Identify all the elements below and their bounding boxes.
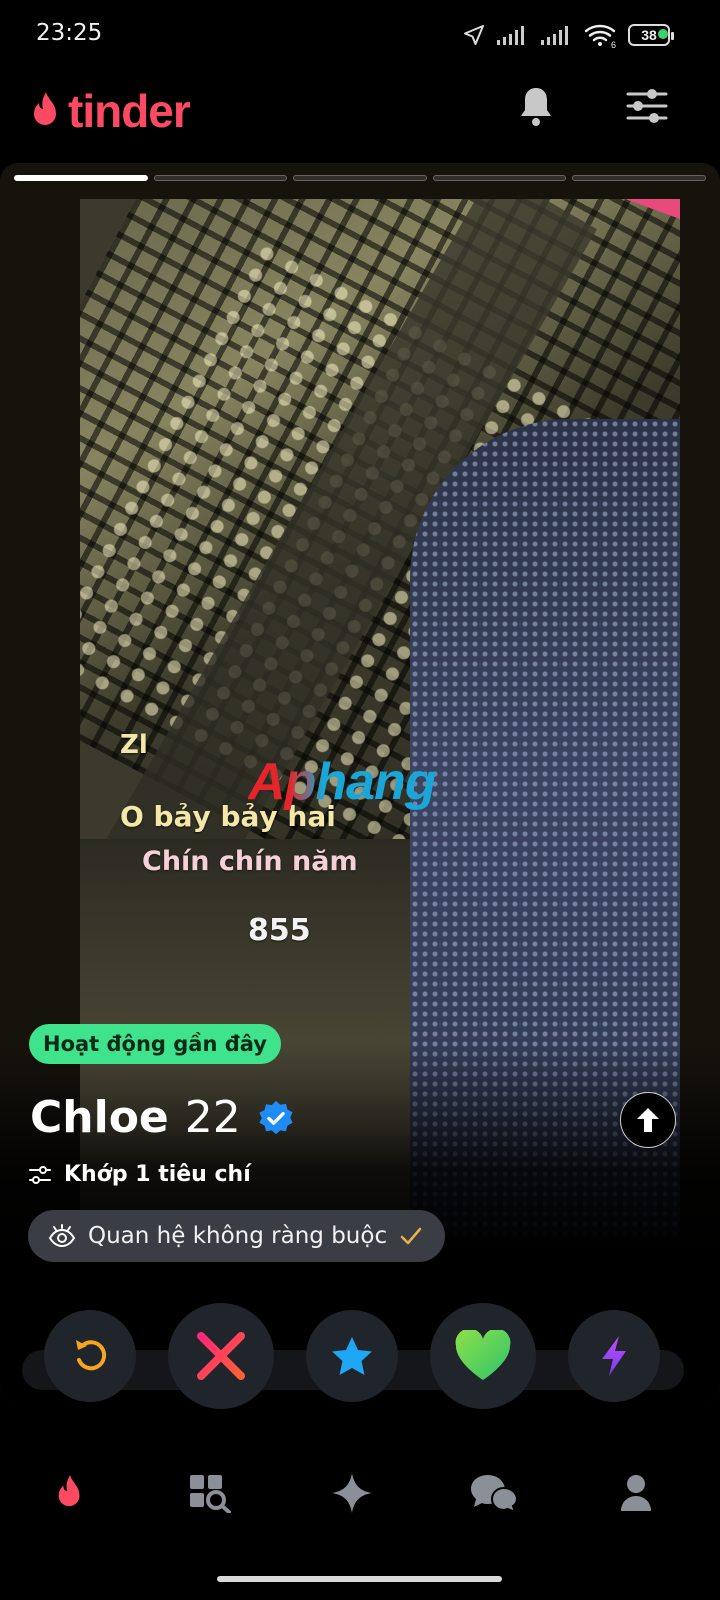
sliders-icon	[29, 1165, 51, 1184]
battery-level: 38	[641, 27, 657, 43]
status-bar: 23:25 6 38	[0, 0, 720, 70]
wifi-icon: 6	[584, 24, 616, 48]
photo-caption-line1: Zl	[120, 730, 148, 760]
chat-icon	[471, 1475, 519, 1514]
svg-text:6: 6	[611, 40, 616, 48]
check-icon	[400, 1227, 422, 1245]
heart-icon	[455, 1330, 511, 1380]
signal-icon	[497, 26, 524, 45]
home-flame-icon	[58, 1475, 80, 1507]
bottom-nav	[0, 1448, 720, 1538]
rewind-icon	[76, 1340, 107, 1371]
nav-sparkle[interactable]	[322, 1468, 382, 1518]
watermark: Aphang	[248, 753, 437, 811]
name-row: Chloe 22	[30, 1092, 295, 1143]
signal-icon-2	[541, 26, 568, 45]
photo-indicator[interactable]	[153, 175, 288, 181]
photo-progress-bar	[14, 175, 706, 181]
status-icons: 6 38	[462, 22, 674, 48]
lightning-icon	[602, 1336, 626, 1376]
nope-button[interactable]	[168, 1303, 274, 1409]
filter-sliders-icon	[626, 89, 668, 123]
notifications-button[interactable]	[520, 84, 552, 133]
x-icon	[197, 1332, 245, 1380]
home-indicator[interactable]	[217, 1576, 502, 1582]
recently-active-badge: Hoạt động gần đây	[29, 1024, 281, 1064]
photo-indicator[interactable]	[432, 175, 567, 181]
photo-indicator[interactable]	[572, 175, 706, 181]
nav-chat[interactable]	[464, 1468, 524, 1518]
verified-badge-icon	[259, 1100, 293, 1134]
match-criteria-row: Khớp 1 tiêu chí	[28, 1162, 251, 1187]
profile-icon	[621, 1475, 651, 1511]
photo-caption-line4: 855	[248, 913, 311, 948]
super-like-button[interactable]	[306, 1310, 398, 1402]
star-icon	[332, 1337, 372, 1375]
app-header: tinder	[0, 70, 720, 160]
boost-button[interactable]	[568, 1310, 660, 1402]
location-arrow-icon	[464, 25, 484, 45]
profile-age: 22	[184, 1092, 241, 1143]
privacy-dot	[658, 29, 668, 39]
photo-indicator[interactable]	[14, 175, 148, 181]
sparkle-icon	[332, 1473, 372, 1513]
explore-icon	[190, 1475, 231, 1513]
tinder-logo[interactable]: tinder	[28, 84, 191, 138]
nav-profile[interactable]	[606, 1468, 666, 1518]
flame-icon	[34, 92, 56, 125]
like-button[interactable]	[430, 1303, 536, 1409]
expand-profile-button[interactable]	[620, 1092, 676, 1148]
logo-text: tinder	[68, 85, 191, 137]
rewind-button[interactable]	[44, 1310, 136, 1402]
filters-button[interactable]	[626, 86, 668, 131]
match-criteria-text: Khớp 1 tiêu chí	[64, 1162, 251, 1187]
status-time: 23:25	[36, 20, 103, 46]
eye-icon	[48, 1224, 76, 1248]
photo-indicator[interactable]	[293, 175, 427, 181]
nav-home[interactable]	[40, 1468, 100, 1518]
nav-explore[interactable]	[180, 1468, 240, 1518]
profile-card[interactable]: Zl O bảy bảy hai Chín chín năm 855 Aphan…	[0, 163, 720, 1403]
bell-icon	[521, 88, 551, 126]
photo-caption-line3: Chín chín năm	[142, 846, 358, 877]
profile-name: Chloe	[30, 1092, 169, 1143]
relationship-intent-text: Quan hệ không ràng buộc	[88, 1223, 388, 1249]
arrow-up-icon	[637, 1108, 659, 1132]
relationship-intent-chip: Quan hệ không ràng buộc	[28, 1210, 446, 1262]
